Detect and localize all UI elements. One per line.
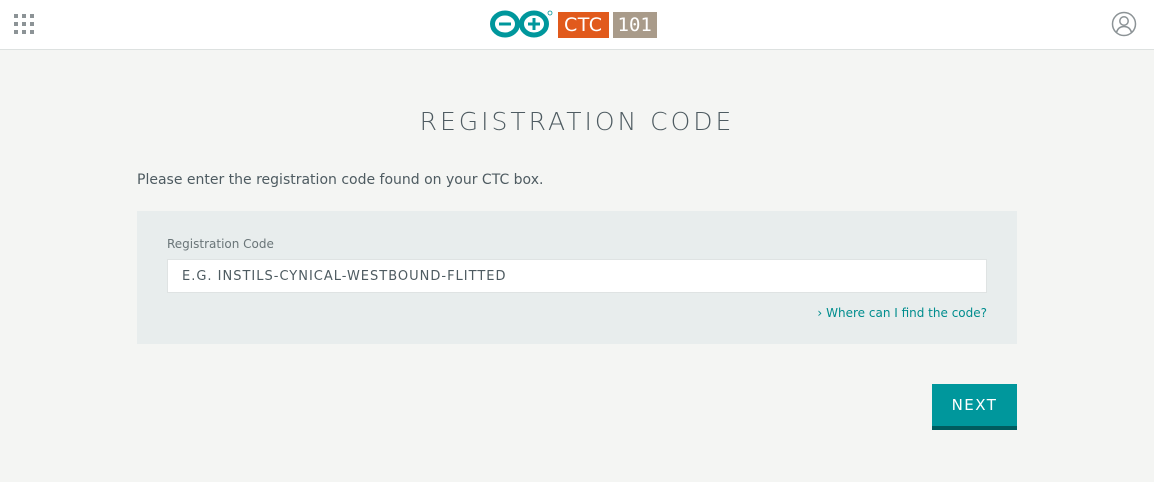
page-title: REGISTRATION CODE [419, 107, 735, 136]
arduino-infinity-logo [490, 10, 553, 38]
registration-code-label: Registration Code [167, 237, 274, 251]
find-code-help-link[interactable]: › Where can I find the code? [817, 306, 987, 320]
top-bar: CTC 101 [0, 0, 1154, 50]
ctc-101-logo[interactable]: CTC 101 [488, 9, 657, 41]
logo-ctc-text: CTC [558, 12, 609, 38]
user-account-icon[interactable] [1111, 11, 1137, 37]
grid-apps-icon[interactable] [14, 14, 34, 34]
registration-code-input[interactable] [167, 259, 987, 293]
instructions-text: Please enter the registration code found… [137, 172, 544, 188]
chevron-right-icon: › [817, 306, 823, 320]
registration-form-panel: Registration Code › Where can I find the… [137, 211, 1017, 344]
logo-course-number: 101 [612, 12, 657, 38]
next-button[interactable]: NEXT [932, 384, 1017, 430]
find-code-help-label: Where can I find the code? [826, 306, 987, 320]
